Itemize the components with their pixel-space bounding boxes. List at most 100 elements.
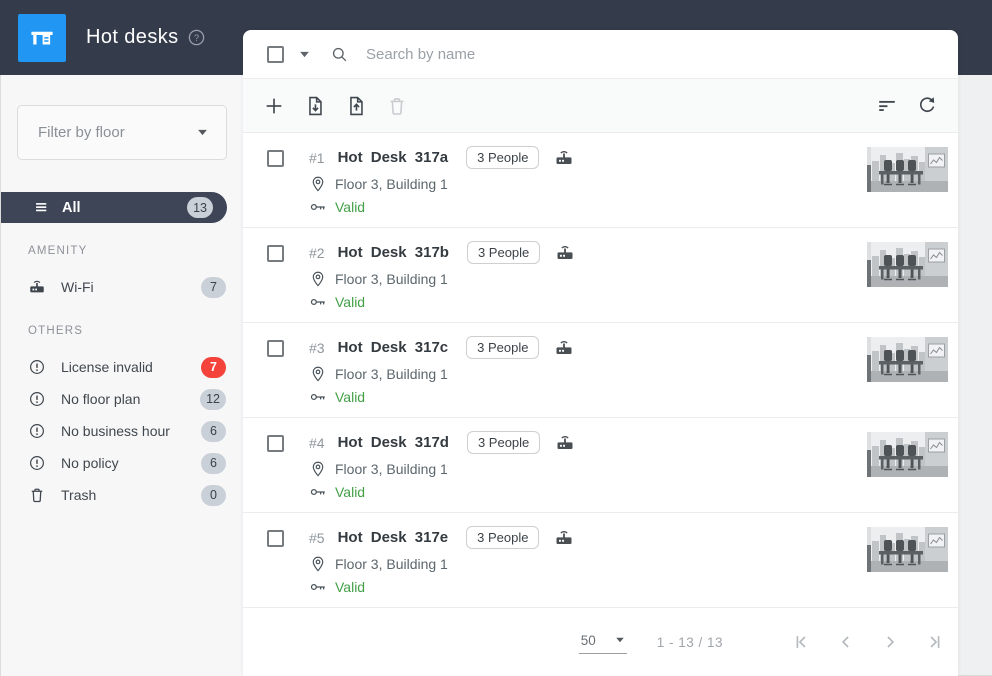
wifi-router-icon <box>555 433 575 453</box>
table-row[interactable]: #1 Hot Desk 317a 3 People Floor 3, Build… <box>243 133 958 228</box>
sidebar-item-all[interactable]: All 13 <box>1 192 227 223</box>
sidebar-item-count: 6 <box>201 421 226 442</box>
license-status: Valid <box>335 199 365 215</box>
sidebar-item-no-business-hour[interactable]: No business hour 6 <box>1 415 243 447</box>
delete-button[interactable] <box>386 95 408 117</box>
alert-circle-icon <box>28 358 46 376</box>
sidebar-item-wi-fi[interactable]: Wi-Fi 7 <box>1 271 243 303</box>
desk-thumbnail <box>867 147 948 192</box>
first-page-button[interactable] <box>792 632 812 652</box>
section-label: AMENITY <box>28 245 243 257</box>
pagination: 50 1 - 13 / 13 <box>243 608 958 676</box>
desk-location: Floor 3, Building 1 <box>335 556 448 572</box>
row-checkbox[interactable] <box>267 245 284 262</box>
app-logo <box>18 14 66 62</box>
sidebar-item-label: License invalid <box>61 359 153 375</box>
select-all-checkbox[interactable] <box>267 46 284 63</box>
sidebar-item-no-policy[interactable]: No policy 6 <box>1 447 243 479</box>
page-title: Hot desks <box>86 26 179 49</box>
filter-by-floor-dropdown[interactable]: Filter by floor <box>17 105 227 160</box>
desk-thumbnail <box>867 527 948 572</box>
first-page-icon <box>792 632 812 652</box>
file-export-icon <box>345 95 367 117</box>
prev-page-button[interactable] <box>836 632 856 652</box>
capacity-badge: 3 People <box>467 241 540 264</box>
search-input[interactable] <box>366 46 766 63</box>
sidebar-item-label: No floor plan <box>61 391 140 407</box>
desk-location: Floor 3, Building 1 <box>335 366 448 382</box>
next-page-button[interactable] <box>880 632 900 652</box>
sidebar-item-count: 7 <box>201 277 226 298</box>
desk-name: Hot Desk 317c <box>338 339 449 356</box>
wifi-router-icon <box>28 278 46 296</box>
desk-name: Hot Desk 317a <box>338 149 449 166</box>
sidebar-item-no-floor-plan[interactable]: No floor plan 12 <box>1 383 243 415</box>
prev-page-icon <box>836 632 856 652</box>
sidebar-sections: AMENITY Wi-Fi 7 OTHERS License invalid 7… <box>1 245 243 511</box>
last-page-icon <box>924 632 944 652</box>
table-row[interactable]: #2 Hot Desk 317b 3 People Floor 3, Build… <box>243 228 958 323</box>
toolbar-right <box>858 95 938 117</box>
table-row[interactable]: #4 Hot Desk 317d 3 People Floor 3, Build… <box>243 418 958 513</box>
capacity-badge: 3 People <box>467 431 540 454</box>
row-index: #1 <box>309 150 325 166</box>
main-panel: #1 Hot Desk 317a 3 People Floor 3, Build… <box>243 30 958 676</box>
license-status: Valid <box>335 294 365 310</box>
sidebar-item-count: 6 <box>201 453 226 474</box>
sidebar-item-count: 0 <box>201 485 226 506</box>
search-icon <box>330 45 349 64</box>
table-row[interactable]: #5 Hot Desk 317e 3 People Floor 3, Build… <box>243 513 958 608</box>
sidebar-item-trash[interactable]: Trash 0 <box>1 479 243 511</box>
sidebar-item-count: 13 <box>187 197 213 218</box>
search-bar <box>243 30 958 78</box>
row-checkbox[interactable] <box>267 150 284 167</box>
row-checkbox[interactable] <box>267 340 284 357</box>
wifi-router-icon <box>554 148 574 168</box>
section-items: Wi-Fi 7 <box>1 271 243 303</box>
help-circle-icon[interactable] <box>187 28 206 47</box>
add-desk-button[interactable] <box>263 95 285 117</box>
sidebar-item-label: No business hour <box>61 423 170 439</box>
section-items: License invalid 7 No floor plan 12 No bu… <box>1 351 243 511</box>
desk-thumbnail <box>867 432 948 477</box>
page-size-value: 50 <box>581 633 596 648</box>
last-page-button[interactable] <box>924 632 944 652</box>
list-icon <box>34 200 49 215</box>
desk-list: #1 Hot Desk 317a 3 People Floor 3, Build… <box>243 133 958 608</box>
location-pin-icon <box>309 270 327 288</box>
next-page-icon <box>880 632 900 652</box>
desk-location: Floor 3, Building 1 <box>335 461 448 477</box>
desk-thumbnail <box>867 242 948 287</box>
sidebar-item-label: Wi-Fi <box>61 279 94 295</box>
license-status: Valid <box>335 579 365 595</box>
location-pin-icon <box>309 555 327 573</box>
row-checkbox[interactable] <box>267 435 284 452</box>
desk-name: Hot Desk 317b <box>338 244 449 261</box>
filter-placeholder: Filter by floor <box>38 124 197 141</box>
row-checkbox[interactable] <box>267 530 284 547</box>
import-file-button[interactable] <box>304 95 326 117</box>
section-label: OTHERS <box>28 325 243 337</box>
wifi-router-icon <box>555 243 575 263</box>
page-size-select[interactable]: 50 <box>579 631 627 654</box>
select-menu-caret-icon[interactable] <box>299 51 310 58</box>
sidebar-item-label: All <box>62 200 81 216</box>
app-root: Hot desks Filter by floor All 13 AMENITY… <box>0 0 992 676</box>
row-index: #4 <box>309 435 325 451</box>
desk-icon <box>27 23 57 53</box>
alert-circle-icon <box>28 422 46 440</box>
location-pin-icon <box>309 365 327 383</box>
plus-icon <box>263 95 285 117</box>
row-index: #5 <box>309 530 325 546</box>
refresh-button[interactable] <box>916 95 938 117</box>
sidebar-item-label: Trash <box>61 487 96 503</box>
sidebar-item-license-invalid[interactable]: License invalid 7 <box>1 351 243 383</box>
location-pin-icon <box>309 175 327 193</box>
sidebar: Filter by floor All 13 AMENITY Wi-Fi 7 O… <box>0 75 243 676</box>
sort-button[interactable] <box>876 95 898 117</box>
table-row[interactable]: #3 Hot Desk 317c 3 People Floor 3, Build… <box>243 323 958 418</box>
desk-name: Hot Desk 317d <box>338 434 449 451</box>
export-file-button[interactable] <box>345 95 367 117</box>
alert-circle-icon <box>28 390 46 408</box>
pager <box>768 632 944 652</box>
